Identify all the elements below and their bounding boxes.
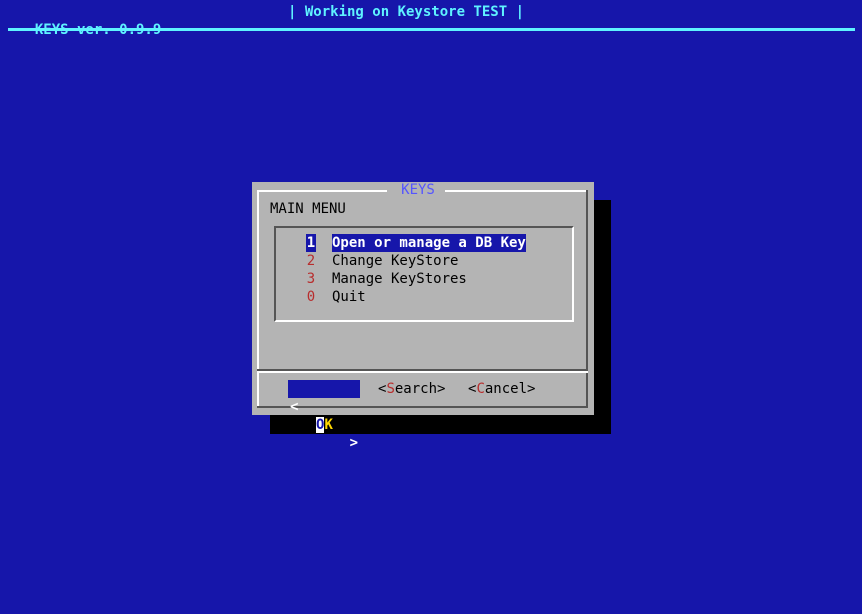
button-separator-highlight [257,371,588,373]
search-button[interactable]: <Search> [378,380,445,398]
title-underline [8,28,855,31]
dialog-frame-top-left [257,190,387,192]
search-button-hotkey: S [386,381,395,397]
cancel-button[interactable]: <Cancel> [468,380,535,398]
menu-item-tag: 0 [306,289,316,305]
menu-item-tag: 3 [306,271,316,287]
cancel-button-close: > [527,381,536,397]
menu-item-open-db-key[interactable]: 1 Open or manage a DB Key [306,234,526,252]
keystore-status: | Working on Keystore TEST | [288,4,525,20]
ok-button-close: > [349,435,358,451]
main-menu-dialog: KEYS MAIN MENU 1 Open or manage a DB Key… [252,182,594,451]
menu-list: 1 Open or manage a DB Key 2 Change KeySt… [274,226,574,322]
menu-item-tag: 2 [306,253,316,269]
menu-item-quit[interactable]: 0 Quit [306,288,366,306]
search-button-label: earch [394,381,438,397]
dialog-frame-top-right [445,190,588,192]
ok-button-open: < [290,399,299,415]
menu-item-change-keystore[interactable]: 2 Change KeyStore [306,252,459,270]
dialog-frame-right [586,190,588,408]
dialog-title: KEYS [393,182,443,198]
cancel-button-label: ancel [484,381,528,397]
menu-item-label: Quit [332,289,366,305]
menu-item-label: Open or manage a DB Key [332,234,526,252]
menu-prompt: MAIN MENU [270,201,346,217]
ok-button-label: K [324,417,333,433]
ok-button[interactable]: < OK > [288,380,360,451]
menu-item-tag: 1 [306,234,316,252]
dialog-frame-left [257,190,259,408]
menu-item-label: Manage KeyStores [332,271,467,287]
menu-item-manage-keystores[interactable]: 3 Manage KeyStores [306,270,467,288]
cancel-button-hotkey: C [476,381,485,397]
search-button-close: > [437,381,446,397]
menu-item-label: Change KeyStore [332,253,459,269]
